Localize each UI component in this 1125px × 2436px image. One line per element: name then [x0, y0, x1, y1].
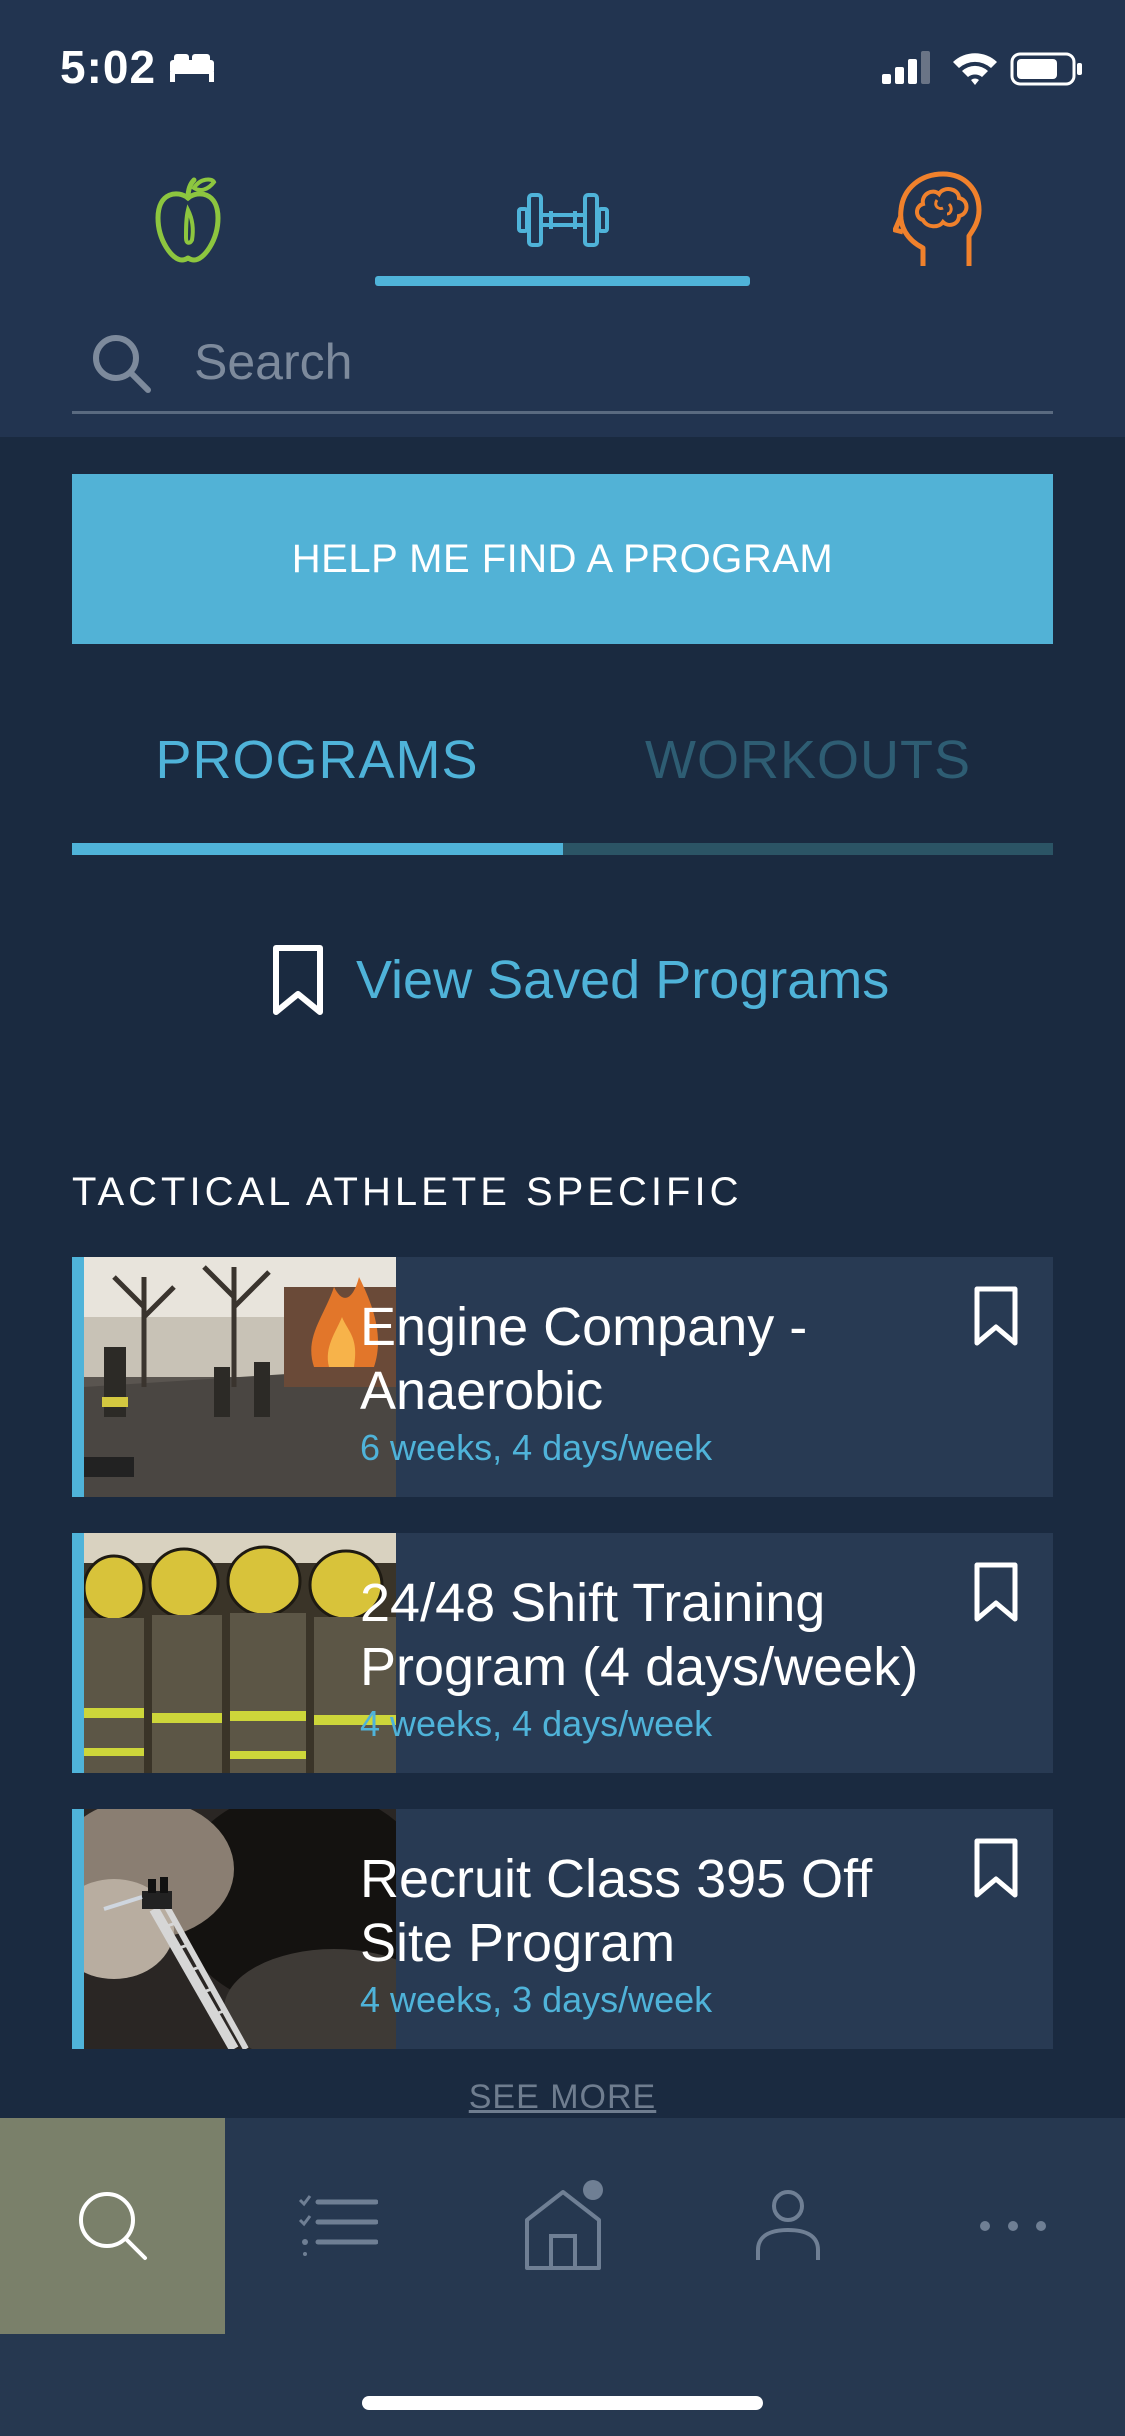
card-title: 24/48 Shift Training Program (4 days/wee…	[360, 1573, 919, 1697]
view-saved-programs-label: View Saved Programs	[356, 950, 890, 1010]
aerial-ladder-smoke-photo	[84, 1809, 396, 2049]
firefighters-at-fire-photo	[84, 1257, 396, 1497]
wifi-icon	[953, 53, 997, 85]
turnout-gear-rack-photo	[84, 1533, 396, 1773]
tab-selected-indicator	[72, 843, 563, 855]
card-accent	[72, 1257, 84, 1497]
card-accent	[72, 1533, 84, 1773]
card-subtitle: 4 weeks, 3 days/week	[360, 1979, 713, 2020]
tab-programs[interactable]: PROGRAMS	[72, 720, 562, 800]
view-saved-programs-link[interactable]: View Saved Programs	[270, 930, 889, 1030]
category-tab-fitness[interactable]	[375, 150, 750, 290]
checklist-icon	[298, 2195, 378, 2256]
bottom-tab-bar	[0, 2118, 1125, 2436]
apple-icon	[154, 177, 221, 263]
card-subtitle: 6 weeks, 4 days/week	[360, 1427, 713, 1468]
card-title: Recruit Class 395 Off Site Program	[360, 1849, 873, 1973]
tabbar-more[interactable]	[900, 2118, 1125, 2334]
header: 5:02	[0, 0, 1125, 437]
bookmark-icon[interactable]	[972, 1285, 1020, 1347]
home-indicator	[362, 2396, 763, 2410]
tabbar-profile[interactable]	[675, 2118, 900, 2334]
bookmark-icon[interactable]	[972, 1837, 1020, 1899]
tab-workouts[interactable]: WORKOUTS	[563, 720, 1053, 800]
dumbbell-icon	[516, 193, 609, 247]
search-bar[interactable]	[72, 320, 1053, 414]
category-selected-indicator	[375, 276, 750, 286]
head-brain-icon	[892, 171, 981, 266]
more-dots-icon	[979, 2221, 1046, 2231]
search-icon	[93, 335, 151, 393]
section-title: TACTICAL ATHLETE SPECIFIC	[72, 1170, 743, 1214]
search-input[interactable]	[194, 320, 1014, 404]
bookmark-icon	[273, 945, 323, 1015]
search-icon	[78, 2192, 147, 2260]
category-tab-nutrition[interactable]	[0, 150, 375, 290]
notification-dot	[582, 2180, 603, 2200]
bed-icon	[170, 54, 214, 82]
home-icon	[524, 2180, 603, 2270]
cell-signal-icon	[882, 51, 930, 84]
category-tab-mind[interactable]	[750, 150, 1125, 290]
bookmark-icon[interactable]	[972, 1561, 1020, 1623]
program-card[interactable]: Engine Company - Anaerobic 6 weeks, 4 da…	[72, 1257, 1053, 1497]
card-subtitle: 4 weeks, 4 days/week	[360, 1703, 713, 1744]
tabbar-search[interactable]	[0, 2118, 225, 2334]
see-more-link[interactable]: SEE MORE	[0, 2078, 1125, 2117]
person-icon	[755, 2190, 820, 2260]
help-find-program-button[interactable]: HELP ME FIND A PROGRAM	[72, 474, 1053, 644]
status-bar: 5:02	[0, 0, 1125, 140]
program-card[interactable]: 24/48 Shift Training Program (4 days/wee…	[72, 1533, 1053, 1773]
tabbar-plans[interactable]	[225, 2118, 450, 2334]
card-accent	[72, 1809, 84, 2049]
battery-icon	[1010, 52, 1082, 86]
card-title: Engine Company - Anaerobic	[360, 1297, 808, 1421]
tabbar-home[interactable]	[450, 2118, 675, 2334]
status-time: 5:02	[60, 41, 157, 93]
program-card[interactable]: Recruit Class 395 Off Site Program 4 wee…	[72, 1809, 1053, 2049]
